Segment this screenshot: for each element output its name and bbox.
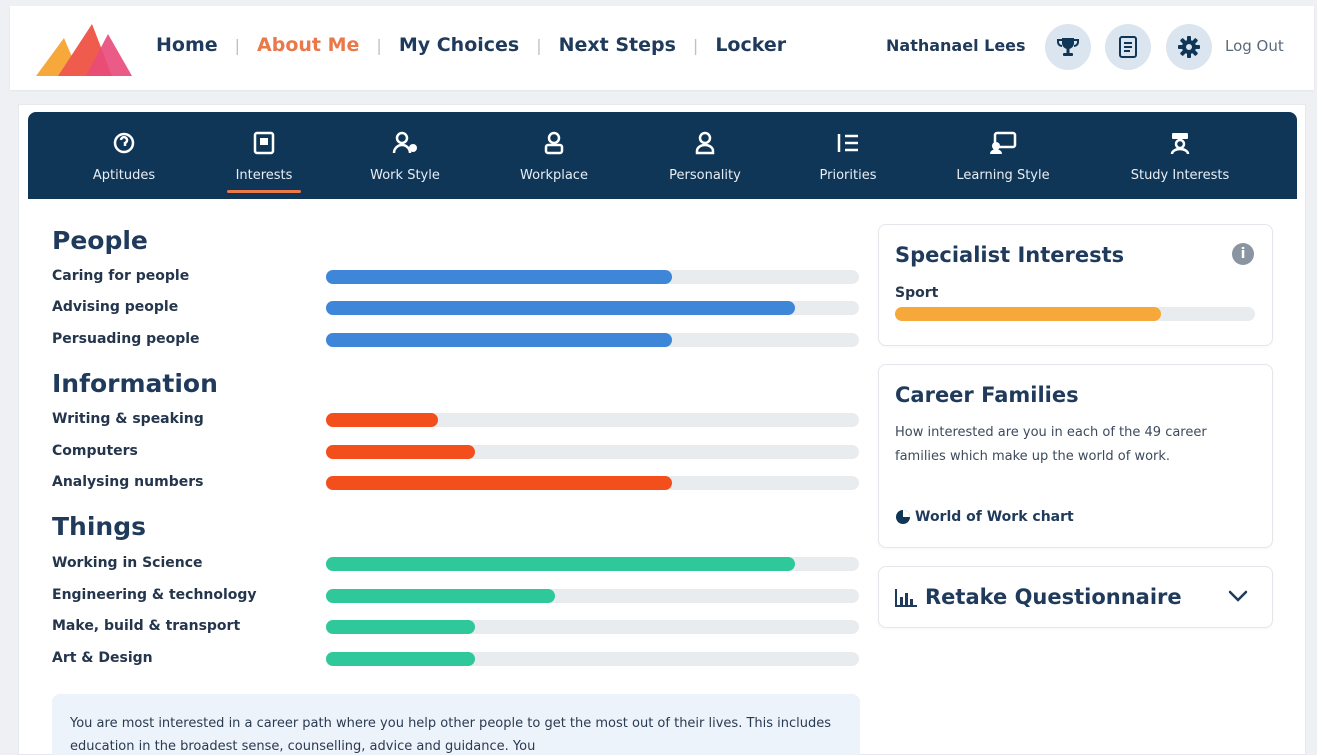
active-tab-indicator <box>227 190 301 193</box>
bar-label: Engineering & technology <box>52 587 257 603</box>
document-icon <box>1119 36 1137 58</box>
bar-label: Art & Design <box>52 650 153 666</box>
bar-label: Advising people <box>52 299 179 315</box>
interest-bar-fill <box>326 270 673 284</box>
work-style-icon <box>392 130 418 156</box>
info-icon[interactable]: i <box>1232 243 1254 265</box>
retake-questionnaire-card[interactable]: Retake Questionnaire <box>878 566 1273 628</box>
chevron-down-icon[interactable] <box>1228 589 1248 603</box>
interest-summary: You are most interested in a career path… <box>52 694 860 755</box>
brand-logo[interactable] <box>36 18 136 76</box>
bar-label: Caring for people <box>52 268 190 284</box>
interest-bar-fill <box>326 476 673 490</box>
interest-bar-fill <box>326 301 796 315</box>
interest-bar <box>326 652 859 666</box>
card-description: How interested are you in each of the 49… <box>895 425 1207 464</box>
tab-interests[interactable]: Interests <box>224 112 304 199</box>
card-title: Specialist Interests <box>895 243 1125 267</box>
study-interests-icon <box>1169 130 1191 156</box>
about-me-tabs: Aptitudes Interests Work Style Workplace… <box>28 112 1297 199</box>
tab-label: Aptitudes <box>92 168 156 183</box>
bar-label: Sport <box>895 285 939 301</box>
bar-label: Analysing numbers <box>52 474 204 490</box>
world-of-work-link[interactable]: World of Work chart <box>895 509 1074 525</box>
bar-label: Persuading people <box>52 331 200 347</box>
gear-icon <box>1178 36 1200 58</box>
card-title: Career Families <box>895 383 1079 407</box>
user-name: Nathanael Lees <box>886 36 1026 55</box>
tab-priorities[interactable]: Priorities <box>808 112 888 199</box>
document-button[interactable] <box>1105 24 1151 70</box>
tab-label: Interests <box>235 168 293 183</box>
interest-bar <box>326 333 859 347</box>
group-title-things: Things <box>52 512 146 541</box>
tab-label: Workplace <box>520 168 588 183</box>
interests-icon <box>253 130 275 156</box>
link-label: World of Work chart <box>915 509 1074 525</box>
interest-bar <box>326 413 859 427</box>
interest-bar <box>326 270 859 284</box>
specialist-bar <box>895 307 1255 321</box>
tab-learning-style[interactable]: Learning Style <box>948 112 1058 199</box>
interest-bar <box>326 476 859 490</box>
workplace-icon <box>543 130 565 156</box>
tab-label: Learning Style <box>956 168 1050 183</box>
interest-bar-fill <box>326 652 476 666</box>
interest-bar-fill <box>326 445 476 459</box>
personality-icon <box>694 130 716 156</box>
tab-study-interests[interactable]: Study Interests <box>1124 112 1236 199</box>
nav-separator: | <box>376 35 382 55</box>
priorities-icon <box>836 130 860 156</box>
nav-next-steps[interactable]: Next Steps <box>559 34 676 56</box>
nav-home[interactable]: Home <box>156 34 218 56</box>
trophy-button[interactable] <box>1045 24 1091 70</box>
aptitude-icon <box>112 130 136 156</box>
interest-bar-fill <box>326 589 556 603</box>
retake-label: Retake Questionnaire <box>925 585 1182 609</box>
tab-aptitudes[interactable]: Aptitudes <box>84 112 164 199</box>
top-header: Home | About Me | My Choices | Next Step… <box>10 6 1314 90</box>
interest-bar <box>326 620 859 634</box>
nav-about-me[interactable]: About Me <box>257 34 359 56</box>
specialist-interests-card: Specialist Interests i Sport <box>878 224 1273 346</box>
career-families-card: Career Families How interested are you i… <box>878 364 1273 548</box>
tab-label: Study Interests <box>1130 168 1230 183</box>
tab-label: Personality <box>669 168 741 183</box>
tab-label: Priorities <box>819 168 877 183</box>
interest-bar <box>326 589 859 603</box>
nav-separator: | <box>536 35 542 55</box>
main-navigation: Home | About Me | My Choices | Next Step… <box>156 34 786 56</box>
interest-bar-fill <box>326 620 476 634</box>
bar-label: Make, build & transport <box>52 618 241 634</box>
group-title-information: Information <box>52 369 218 398</box>
specialist-bar-fill <box>895 307 1162 321</box>
tab-label: Work Style <box>370 168 440 183</box>
interest-bar-fill <box>326 333 673 347</box>
tab-personality[interactable]: Personality <box>665 112 745 199</box>
bar-label: Writing & speaking <box>52 411 204 427</box>
nav-my-choices[interactable]: My Choices <box>399 34 519 56</box>
nav-separator: | <box>692 35 699 55</box>
bar-label: Computers <box>52 443 138 459</box>
interest-bar-fill <box>326 413 438 427</box>
interest-bar <box>326 301 859 315</box>
group-title-people: People <box>52 226 148 255</box>
pie-chart-icon <box>896 510 910 524</box>
bar-chart-icon <box>895 589 917 607</box>
bar-label: Working in Science <box>52 555 203 571</box>
interest-bar <box>326 445 859 459</box>
nav-separator: | <box>234 35 241 55</box>
nav-locker[interactable]: Locker <box>715 34 786 56</box>
settings-button[interactable] <box>1166 24 1212 70</box>
interest-bar <box>326 557 859 571</box>
tab-workplace[interactable]: Workplace <box>514 112 594 199</box>
learning-style-icon <box>989 130 1017 156</box>
logout-link[interactable]: Log Out <box>1225 37 1284 55</box>
trophy-icon <box>1057 38 1079 56</box>
interest-bar-fill <box>326 557 796 571</box>
tab-work-style[interactable]: Work Style <box>365 112 445 199</box>
